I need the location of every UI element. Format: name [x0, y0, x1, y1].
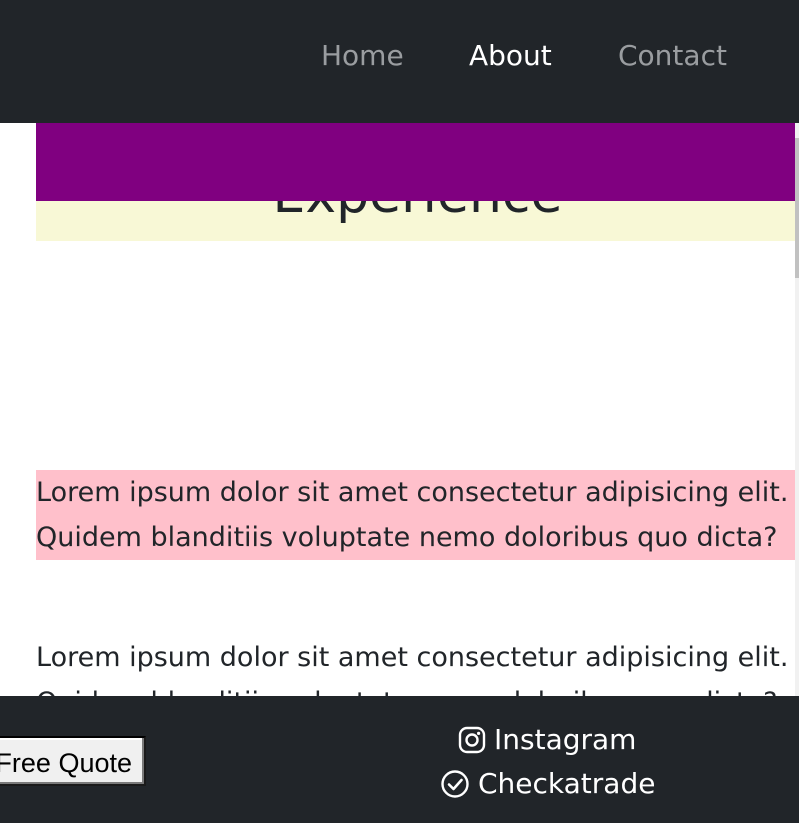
highlighted-paragraph: Lorem ipsum dolor sit amet consectetur a… — [36, 470, 795, 560]
free-quote-button[interactable]: Free Quote — [0, 736, 146, 786]
nav-link-home[interactable]: Home — [321, 36, 404, 76]
check-circle-icon — [440, 769, 470, 799]
checkatrade-link[interactable]: Checkatrade — [440, 764, 655, 804]
scrollbar[interactable] — [795, 123, 799, 696]
instagram-label: Instagram — [494, 723, 637, 756]
nav-link-contact[interactable]: Contact — [618, 36, 727, 76]
footer: Free Quote Instagram Checkatrade — [0, 696, 799, 823]
hero-banner — [36, 123, 799, 201]
page: Home About Contact Experience Lorem ipsu… — [0, 0, 799, 823]
paragraph-line: Quidem blanditiis voluptate nemo dolorib… — [36, 522, 778, 553]
paragraph-line: Lorem ipsum dolor sit amet consectetur a… — [36, 477, 789, 508]
instagram-icon — [458, 726, 486, 754]
paragraph-line: Lorem ipsum dolor sit amet consectetur a… — [36, 642, 789, 673]
navbar: Home About Contact — [0, 0, 799, 123]
scrollbar-thumb[interactable] — [795, 138, 799, 278]
checkatrade-label: Checkatrade — [478, 767, 656, 800]
nav-link-about[interactable]: About — [469, 36, 552, 76]
instagram-link[interactable]: Instagram — [458, 720, 636, 760]
